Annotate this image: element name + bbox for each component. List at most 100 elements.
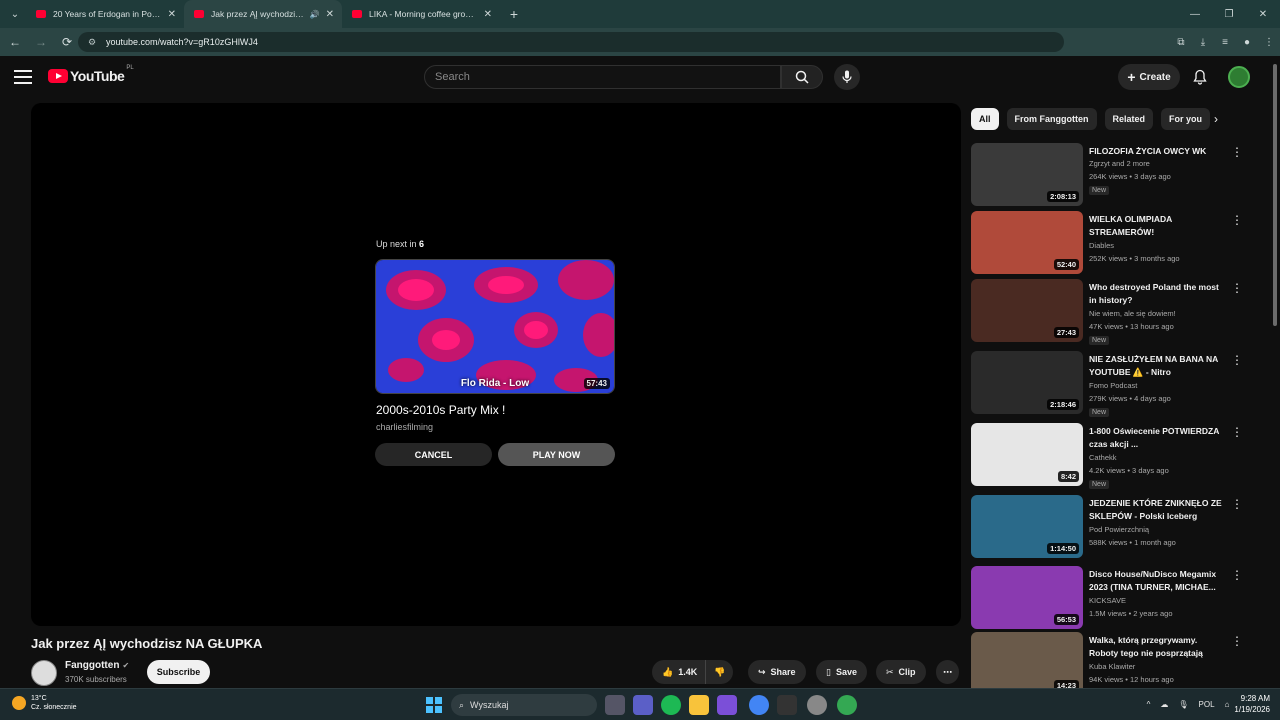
more-options-icon[interactable]: ⋮: [1231, 634, 1243, 648]
search-input[interactable]: Search: [424, 65, 781, 89]
recommendation-channel[interactable]: Cathekk: [1089, 453, 1117, 462]
tray-overflow-icon[interactable]: ^: [1142, 700, 1156, 709]
recommendation-title[interactable]: NIE ZASŁUŻYŁEM NA BANA NA YOUTUBE ⚠️ - N…: [1089, 353, 1227, 379]
account-avatar[interactable]: [1228, 66, 1250, 88]
recommendation-title[interactable]: Who destroyed Poland the most in history…: [1089, 281, 1227, 307]
chip-for-you[interactable]: For you: [1161, 108, 1211, 130]
app-icon[interactable]: [717, 695, 737, 715]
recommendation-title[interactable]: JEDZENIE KTÓRE ZNIKNĘŁO ZE SKLEPÓW - Pol…: [1089, 497, 1227, 523]
tab-search-button[interactable]: ⌄: [4, 4, 26, 24]
recommendation-channel[interactable]: Diables: [1089, 241, 1114, 250]
create-button[interactable]: + Create: [1118, 64, 1180, 90]
cancel-autoplay-button[interactable]: CANCEL: [375, 443, 492, 466]
downloads-icon[interactable]: ⤓: [1192, 37, 1214, 48]
more-options-icon[interactable]: ⋮: [1231, 425, 1243, 439]
speaker-icon[interactable]: 🔊: [310, 10, 320, 19]
notifications-button[interactable]: [1190, 67, 1210, 87]
more-options-icon[interactable]: ⋮: [1231, 213, 1243, 227]
chevron-right-icon[interactable]: ›: [1214, 112, 1218, 126]
voice-search-button[interactable]: [834, 64, 860, 90]
windows-start-icon[interactable]: [426, 697, 442, 713]
terminal-icon[interactable]: [777, 695, 797, 715]
chip-all[interactable]: All: [971, 108, 999, 130]
new-tab-button[interactable]: +: [504, 6, 524, 22]
recommendation-title[interactable]: 1-800 Oświecenie POTWIERDZA czas akcji .…: [1089, 425, 1227, 451]
recommendation-thumbnail[interactable]: 14:23: [971, 632, 1083, 695]
recommendation-item[interactable]: 2:08:13 FILOZOFIA ŻYCIA OWCY WK Zgrzyt and…: [971, 143, 1271, 209]
more-options-icon[interactable]: ⋮: [1231, 497, 1243, 511]
recommendation-item[interactable]: 2:18:46 NIE ZASŁUŻYŁEM NA BANA NA YOUTUBE…: [971, 351, 1271, 417]
more-options-icon[interactable]: ⋮: [1231, 353, 1243, 367]
more-options-icon[interactable]: ⋮: [1231, 281, 1243, 295]
reading-list-icon[interactable]: ≡: [1214, 37, 1236, 48]
onedrive-icon[interactable]: ☁: [1155, 700, 1173, 709]
teams-icon[interactable]: [633, 695, 653, 715]
extensions-icon[interactable]: ⧉: [1170, 37, 1192, 48]
subscribe-button[interactable]: Subscribe: [147, 660, 210, 684]
tab-close-icon[interactable]: ✕: [326, 9, 334, 20]
language-indicator[interactable]: POL: [1194, 700, 1220, 709]
tab-1[interactable]: 20 Years of Erdogan in Power: T ✕: [26, 0, 184, 28]
recommendation-channel[interactable]: Zgrzyt and 2 more: [1089, 159, 1150, 168]
guide-menu-icon[interactable]: [14, 70, 32, 84]
profile-icon[interactable]: ●: [1236, 37, 1258, 48]
chrome-profile-icon[interactable]: [837, 695, 857, 715]
spotify-icon[interactable]: [661, 695, 681, 715]
minimize-icon[interactable]: —: [1178, 0, 1212, 28]
tab-2[interactable]: Jak przez ĄĮ wychodzisz NA 🔊 ✕: [184, 0, 342, 28]
tab-3[interactable]: LIKA - Morning coffee grooves ✕: [342, 0, 500, 28]
recommendation-title[interactable]: WIELKA OLIMPIADA STREAMERÓW!: [1089, 213, 1227, 239]
recommendation-thumbnail[interactable]: 56:53: [971, 566, 1083, 629]
save-button[interactable]: ▯ Save: [816, 660, 867, 684]
recommendation-thumbnail[interactable]: 2:08:13: [971, 143, 1083, 206]
recommendation-channel[interactable]: Nie wiem, ale się dowiem!: [1089, 309, 1176, 318]
maximize-icon[interactable]: ❐: [1212, 0, 1246, 28]
chip-from-channel[interactable]: From Fanggotten: [1006, 108, 1097, 130]
next-video-thumbnail[interactable]: Flo Rida - Low 57:43: [375, 259, 615, 394]
close-window-icon[interactable]: ✕: [1246, 0, 1280, 28]
recommendation-thumbnail[interactable]: 8:42: [971, 423, 1083, 486]
recommendation-channel[interactable]: Kuba Klawiter: [1089, 662, 1135, 671]
search-button[interactable]: [781, 65, 823, 89]
recommendation-item[interactable]: 27:43 Who destroyed Poland the most in hi…: [971, 279, 1271, 345]
recommendation-item[interactable]: 52:40 WIELKA OLIMPIADA STREAMERÓW! Diables…: [971, 211, 1271, 277]
recommendation-thumbnail[interactable]: 52:40: [971, 211, 1083, 274]
recommendation-channel[interactable]: Fomo Podcast: [1089, 381, 1137, 390]
browser-menu-icon[interactable]: ⋮: [1258, 37, 1280, 48]
recommendation-item[interactable]: 1:14:50 JEDZENIE KTÓRE ZNIKNĘŁO ZE SKLEPÓ…: [971, 495, 1271, 561]
mic-tray-icon[interactable]: 🎙: [1173, 700, 1193, 709]
chrome-icon[interactable]: [749, 695, 769, 715]
address-bar[interactable]: ⚙ youtube.com/watch?v=gR10zGHlWJ4: [78, 32, 1064, 52]
forward-icon[interactable]: →: [30, 35, 52, 49]
back-icon[interactable]: ←: [4, 35, 26, 49]
recommendation-item[interactable]: 56:53 Disco House/NuDisco Megamix 2023 (T…: [971, 566, 1271, 632]
recommendation-title[interactable]: Walka, którą przegrywamy. Roboty tego ni…: [1089, 634, 1227, 660]
tab-close-icon[interactable]: ✕: [168, 9, 176, 20]
site-info-icon[interactable]: ⚙: [88, 37, 98, 47]
share-button[interactable]: ↪ Share: [748, 660, 806, 684]
recommendation-channel[interactable]: KICKSAVE: [1089, 596, 1126, 605]
reload-icon[interactable]: ⟳: [56, 35, 78, 49]
like-button[interactable]: 👍 1.4K: [652, 660, 706, 684]
scrollbar-thumb[interactable]: [1273, 64, 1277, 326]
play-now-button[interactable]: PLAY NOW: [498, 443, 615, 466]
recommendation-thumbnail[interactable]: 27:43: [971, 279, 1083, 342]
recommendation-title[interactable]: FILOZOFIA ŻYCIA OWCY WK: [1089, 145, 1227, 158]
youtube-logo[interactable]: YouTube PL: [48, 65, 134, 84]
recommendation-thumbnail[interactable]: 1:14:50: [971, 495, 1083, 558]
weather-widget[interactable]: 13°C Cz. słonecznie: [12, 694, 77, 712]
channel-name[interactable]: Fanggotten ✔: [65, 660, 129, 671]
app-icon-2[interactable]: [807, 695, 827, 715]
tab-close-icon[interactable]: ✕: [484, 9, 492, 20]
clock[interactable]: 9:28 AM 1/19/2026: [1234, 693, 1280, 715]
taskbar-search[interactable]: ⌕ Wyszukaj: [451, 694, 597, 716]
more-actions-button[interactable]: ⋯: [936, 660, 959, 684]
file-explorer-icon[interactable]: [689, 695, 709, 715]
clip-button[interactable]: ✂ Clip: [876, 660, 926, 684]
recommendation-title[interactable]: Disco House/NuDisco Megamix 2023 (TINA T…: [1089, 568, 1227, 594]
recommendation-channel[interactable]: Pod Powierzchnią: [1089, 525, 1149, 534]
dislike-button[interactable]: 👎: [705, 660, 734, 684]
next-video-title[interactable]: 2000s-2010s Party Mix !: [376, 403, 505, 417]
chip-related[interactable]: Related: [1104, 108, 1154, 130]
more-options-icon[interactable]: ⋮: [1231, 145, 1243, 159]
